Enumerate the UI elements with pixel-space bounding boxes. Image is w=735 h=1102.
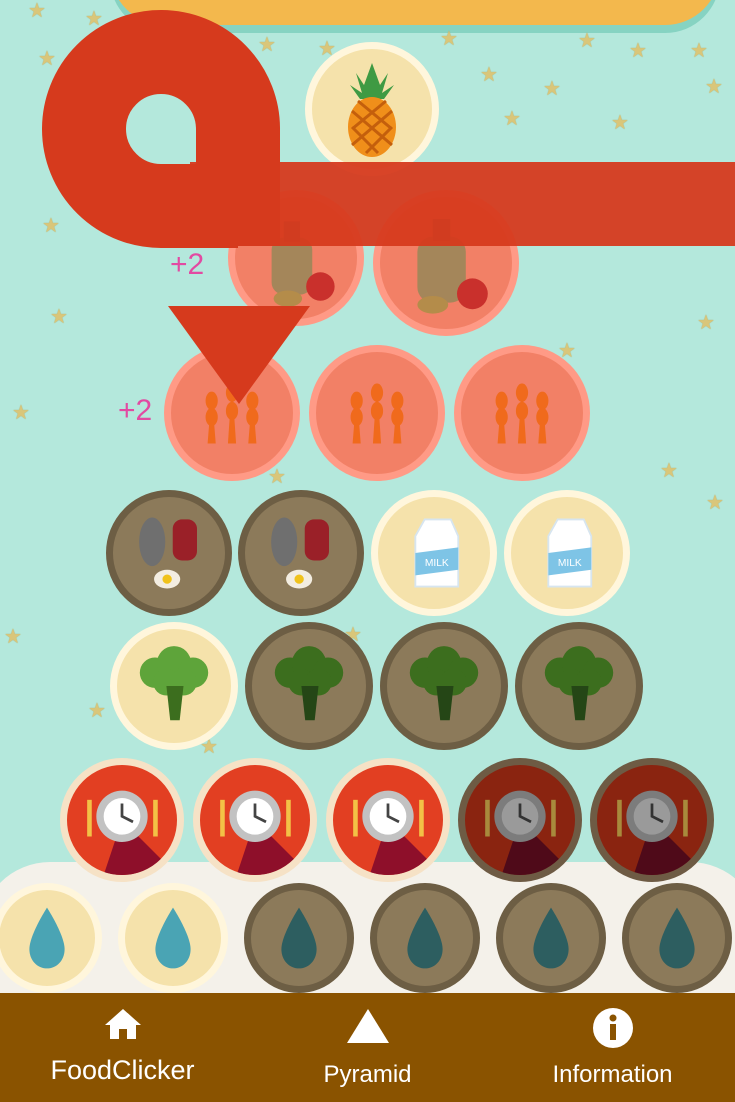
game-screen: ★ ★ ★ ★ ★ ★ ★ ★ ★ ★ ★ ★ ★ ★ ★ ★ ★ ★ ★ ★ … bbox=[0, 0, 735, 1102]
nav-label: Pyramid bbox=[323, 1061, 412, 1088]
nav-item-information[interactable]: Information bbox=[490, 993, 735, 1102]
home-icon bbox=[104, 1009, 141, 1039]
nav-label: FoodClicker bbox=[50, 1055, 195, 1085]
nav-item-pyramid[interactable]: Pyramid bbox=[245, 993, 490, 1102]
swipe-gesture-arrow-icon bbox=[42, 10, 735, 404]
nav-item-foodclicker[interactable]: FoodClicker bbox=[0, 993, 245, 1102]
info-icon bbox=[592, 1008, 633, 1048]
nav-label: Information bbox=[552, 1061, 673, 1088]
triangle-icon bbox=[346, 1009, 389, 1043]
bottom-navigation-bar: FoodClicker Pyramid Information bbox=[0, 993, 735, 1102]
